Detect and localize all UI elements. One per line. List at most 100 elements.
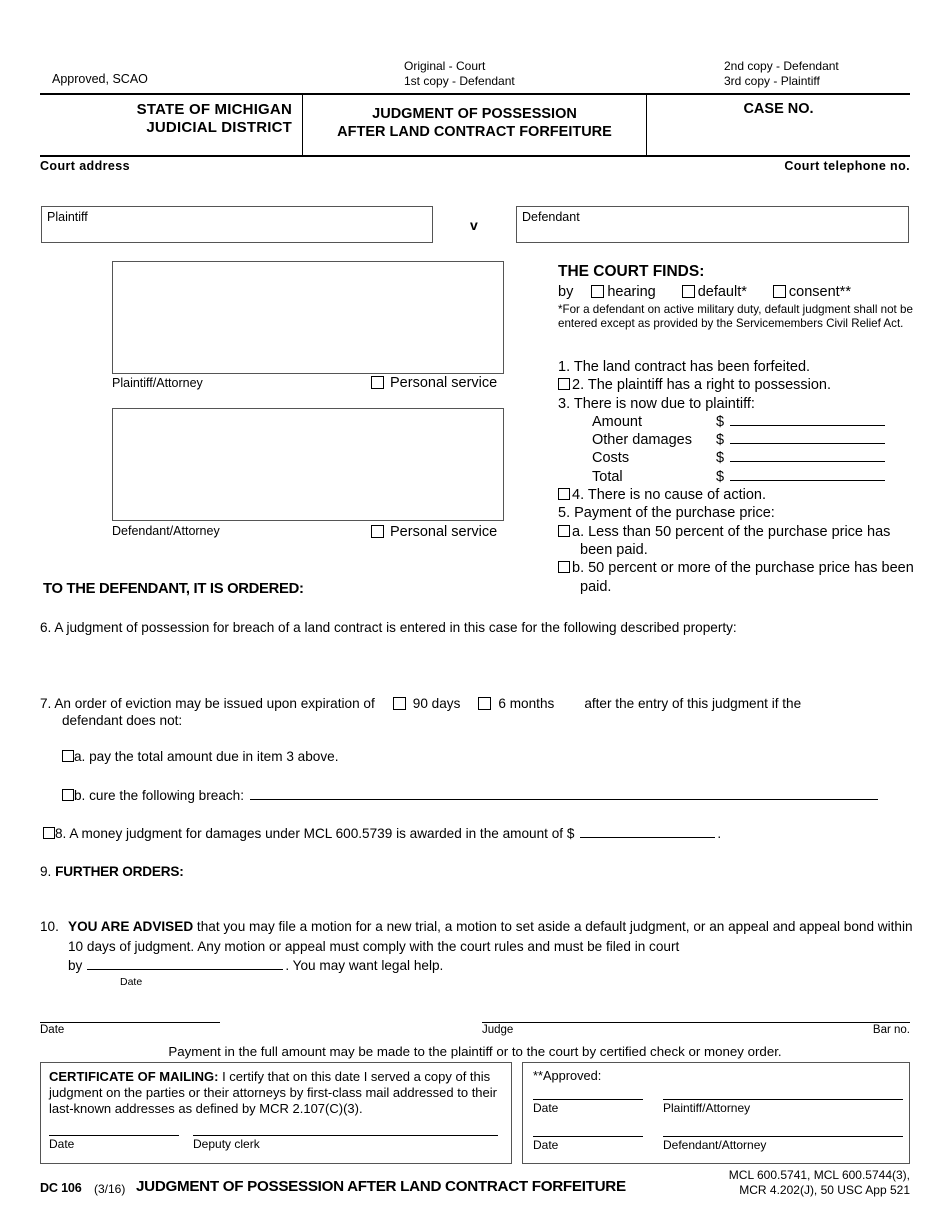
- certificate-date-line[interactable]: [49, 1135, 179, 1136]
- header-cell-case-no[interactable]: CASE NO.: [647, 95, 910, 155]
- military-duty-note: *For a defendant on active military duty…: [558, 303, 913, 330]
- currency-symbol: $: [716, 432, 725, 449]
- item-7: 7. An order of eviction may be issued up…: [40, 694, 920, 713]
- finds-item-5a[interactable]: a. Less than 50 percent of the purchase …: [558, 523, 916, 560]
- checkbox-icon[interactable]: [392, 697, 406, 710]
- checkbox-icon[interactable]: [772, 285, 786, 298]
- checkbox-icon[interactable]: [558, 524, 570, 537]
- approved-defendant-attorney-line[interactable]: [663, 1136, 903, 1137]
- option-consent[interactable]: consent**: [772, 284, 851, 300]
- signature-date-line[interactable]: [40, 1022, 220, 1023]
- amount-input-line[interactable]: [730, 413, 885, 426]
- checkbox-icon[interactable]: [558, 561, 570, 574]
- personal-service-plaintiff[interactable]: Personal service: [371, 375, 497, 391]
- option-6-months[interactable]: [478, 696, 492, 711]
- certificate-date-label: Date: [49, 1137, 75, 1151]
- finds-item-5-label: 5. Payment of the purchase price:: [558, 505, 775, 522]
- finds-item-4[interactable]: 4. There is no cause of action.: [558, 486, 916, 504]
- plaintiff-field[interactable]: Plaintiff: [41, 206, 433, 243]
- payment-note: Payment in the full amount may be made t…: [168, 1044, 782, 1059]
- footer-form-number: DC 106: [40, 1181, 82, 1195]
- item-8-period: .: [717, 826, 722, 841]
- to-defendant-heading: TO THE DEFENDANT, IT IS ORDERED:: [43, 581, 304, 597]
- finds-item-2-label: 2. The plaintiff has a right to possessi…: [572, 377, 832, 394]
- signature-date-label: Date: [40, 1024, 65, 1036]
- option-hearing-label: hearing: [607, 284, 656, 300]
- option-90-days[interactable]: [392, 696, 406, 711]
- judicial-district-label: JUDICIAL DISTRICT: [146, 119, 292, 136]
- costs-row[interactable]: Costs $: [592, 449, 916, 467]
- item-8-amount-line[interactable]: [580, 827, 716, 838]
- checkbox-icon[interactable]: [681, 285, 695, 298]
- approved-date2-line[interactable]: [533, 1136, 643, 1137]
- copies-right: 2nd copy - Defendant 3rd copy - Plaintif…: [724, 59, 839, 88]
- footer-citations: MCL 600.5741, MCL 600.5744(3), MCR 4.202…: [729, 1168, 910, 1198]
- checkbox-icon[interactable]: [558, 378, 570, 391]
- option-default[interactable]: default*: [681, 284, 747, 300]
- finds-item-5a-label: a. Less than 50 percent of the purchase …: [572, 523, 891, 558]
- approved-date1-line[interactable]: [533, 1099, 643, 1100]
- other-damages-input-line[interactable]: [730, 431, 885, 445]
- item-10-by-label: by: [68, 958, 83, 973]
- copy-line-second: 2nd copy - Defendant: [724, 59, 839, 73]
- total-input-line[interactable]: [730, 468, 885, 481]
- checkbox-icon[interactable]: [478, 697, 492, 710]
- currency-symbol: $: [716, 413, 725, 430]
- item-6: 6. A judgment of possession for breach o…: [40, 620, 910, 635]
- personal-service-defendant[interactable]: Personal service: [371, 524, 497, 540]
- checkbox-icon[interactable]: [591, 285, 605, 298]
- amount-label: Amount: [592, 413, 642, 430]
- checkbox-icon[interactable]: [43, 827, 55, 839]
- finds-item-5b[interactable]: b. 50 percent or more of the purchase pr…: [558, 559, 916, 596]
- defendant-field[interactable]: Defendant: [516, 206, 909, 243]
- defendant-label: Defendant: [522, 210, 580, 224]
- checkbox-icon[interactable]: [558, 488, 570, 501]
- plaintiff-label: Plaintiff: [47, 210, 88, 224]
- item-7b[interactable]: b. cure the following breach:: [62, 788, 910, 803]
- finds-item-2[interactable]: 2. The plaintiff has a right to possessi…: [558, 376, 916, 394]
- checkbox-icon[interactable]: [371, 376, 384, 389]
- option-90-days-label: 90 days: [412, 696, 461, 711]
- footer-citation-line2: MCR 4.202(J), 50 USC App 521: [739, 1183, 910, 1197]
- currency-symbol: $: [716, 468, 725, 485]
- court-finds-items: 1. The land contract has been forfeited.…: [558, 358, 916, 596]
- approved-plaintiff-attorney-line[interactable]: [663, 1099, 903, 1100]
- finds-item-5b-label: b. 50 percent or more of the purchase pr…: [572, 560, 914, 595]
- item-8[interactable]: 8. A money judgment for damages under MC…: [43, 826, 721, 841]
- option-default-label: default*: [697, 284, 747, 300]
- versus-label: v: [470, 217, 478, 233]
- footer-title: JUDGMENT OF POSSESSION AFTER LAND CONTRA…: [136, 1178, 626, 1195]
- item-7b-input-line[interactable]: [250, 789, 879, 800]
- total-row[interactable]: Total $: [592, 468, 916, 486]
- item-10-date-line[interactable]: [87, 958, 284, 970]
- checkbox-icon[interactable]: [62, 750, 74, 762]
- case-no-label: CASE NO.: [743, 101, 814, 117]
- other-damages-label: Other damages: [592, 432, 692, 449]
- item-7-subline: defendant does not:: [62, 713, 183, 728]
- checkbox-icon[interactable]: [371, 525, 384, 538]
- item-10-number: 10.: [40, 919, 59, 934]
- item-7a[interactable]: a. pay the total amount due in item 3 ab…: [62, 749, 339, 764]
- other-damages-row[interactable]: Other damages $: [592, 431, 916, 449]
- document-title-line2: AFTER LAND CONTRACT FORFEITURE: [337, 124, 612, 140]
- certificate-clerk-label: Deputy clerk: [193, 1137, 260, 1151]
- header-cell-title: JUDGMENT OF POSSESSION AFTER LAND CONTRA…: [302, 95, 647, 155]
- item-10-bold: YOU ARE ADVISED: [68, 919, 194, 934]
- item-8-label: 8. A money judgment for damages under MC…: [55, 826, 575, 841]
- document-title-line1: JUDGMENT OF POSSESSION: [372, 106, 577, 122]
- copy-line-first: 1st copy - Defendant: [404, 73, 515, 88]
- item-10: 10. YOU ARE ADVISED that you may file a …: [40, 917, 920, 988]
- item-10-text: that you may file a motion for a new tri…: [68, 919, 913, 954]
- finds-item-1: 1. The land contract has been forfeited.: [558, 358, 916, 376]
- amount-row[interactable]: Amount $: [592, 413, 916, 431]
- option-hearing[interactable]: hearing: [591, 284, 656, 300]
- option-6-months-label: 6 months: [498, 696, 555, 711]
- signature-judge-line[interactable]: [482, 1022, 910, 1023]
- certificate-clerk-line[interactable]: [193, 1135, 498, 1136]
- signature-bar-no-label: Bar no.: [872, 1024, 910, 1036]
- defendant-attorney-field[interactable]: [112, 408, 504, 521]
- costs-input-line[interactable]: [730, 449, 885, 463]
- plaintiff-attorney-field[interactable]: [112, 261, 504, 374]
- item-6-label: 6. A judgment of possession for breach o…: [40, 620, 737, 635]
- checkbox-icon[interactable]: [62, 789, 74, 801]
